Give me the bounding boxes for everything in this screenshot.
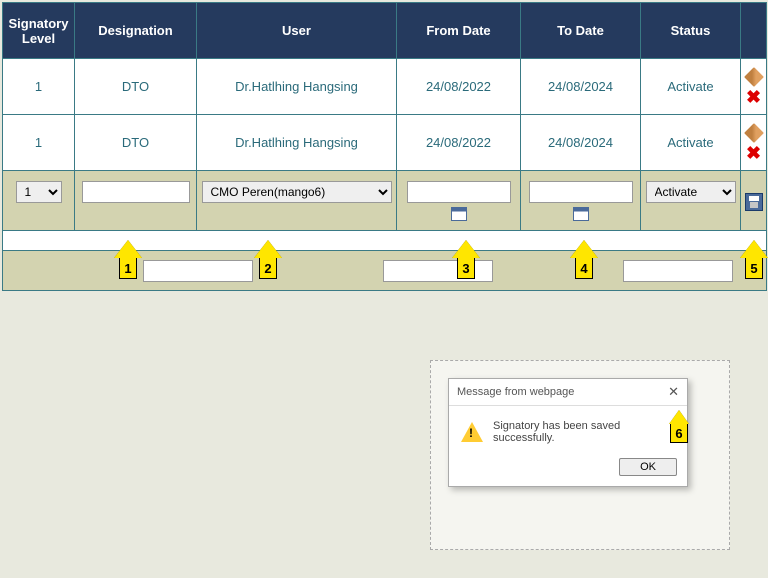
table-row: 1 DTO Dr.Hatlhing Hangsing 24/08/2022 24… — [3, 115, 767, 171]
col-header-status: Status — [641, 3, 741, 59]
calendar-icon[interactable] — [451, 207, 467, 221]
cell-level: 1 — [3, 59, 75, 115]
col-header-level: Signatory Level — [3, 3, 75, 59]
calendar-icon[interactable] — [573, 207, 589, 221]
user-select[interactable]: CMO Peren(mango6) — [202, 181, 392, 203]
status-select[interactable]: Activate — [646, 181, 736, 203]
col-header-from: From Date — [397, 3, 521, 59]
edit-icon[interactable] — [744, 123, 764, 143]
input-row: 1 CMO Peren(mango6) Activate — [3, 171, 767, 231]
callout-2: 2 — [254, 240, 282, 279]
cell-to: 24/08/2024 — [521, 115, 641, 171]
cell-user: Dr.Hatlhing Hangsing — [197, 59, 397, 115]
delete-icon[interactable]: ✖ — [746, 146, 761, 160]
level-select[interactable]: 1 — [16, 181, 62, 203]
footer-input-3[interactable] — [623, 260, 733, 282]
delete-icon[interactable]: ✖ — [746, 90, 761, 104]
cell-from: 24/08/2022 — [397, 115, 521, 171]
col-header-actions — [741, 3, 767, 59]
cell-designation: DTO — [75, 59, 197, 115]
cell-user: Dr.Hatlhing Hangsing — [197, 115, 397, 171]
message-dialog: Message from webpage ✕ Signatory has bee… — [448, 378, 688, 487]
cell-status: Activate — [641, 115, 741, 171]
col-header-to: To Date — [521, 3, 641, 59]
save-icon[interactable] — [745, 193, 763, 211]
ok-button[interactable]: OK — [619, 458, 677, 476]
close-icon[interactable]: ✕ — [668, 384, 679, 400]
designation-input[interactable] — [82, 181, 190, 203]
cell-designation: DTO — [75, 115, 197, 171]
cell-from: 24/08/2022 — [397, 59, 521, 115]
cell-to: 24/08/2024 — [521, 59, 641, 115]
to-date-input[interactable] — [529, 181, 633, 203]
col-header-user: User — [197, 3, 397, 59]
col-header-designation: Designation — [75, 3, 197, 59]
dialog-title: Message from webpage — [457, 386, 574, 398]
callout-5: 5 — [740, 240, 768, 279]
cell-status: Activate — [641, 59, 741, 115]
footer-input-1[interactable] — [143, 260, 253, 282]
callout-4: 4 — [570, 240, 598, 279]
from-date-input[interactable] — [407, 181, 511, 203]
callout-6: 6 — [665, 410, 693, 443]
edit-icon[interactable] — [744, 67, 764, 87]
warning-icon — [461, 422, 483, 442]
callout-1: 1 — [114, 240, 142, 279]
callout-3: 3 — [452, 240, 480, 279]
cell-level: 1 — [3, 115, 75, 171]
table-row: 1 DTO Dr.Hatlhing Hangsing 24/08/2022 24… — [3, 59, 767, 115]
dialog-message: Signatory has been saved successfully. — [493, 420, 675, 444]
